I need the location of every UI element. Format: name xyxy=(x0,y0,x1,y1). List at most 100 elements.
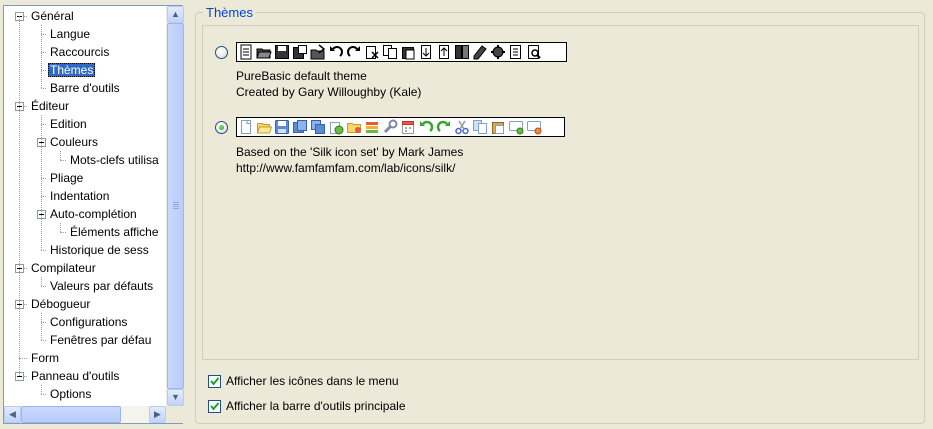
silk-toolbar-icon xyxy=(256,119,272,135)
silk-toolbar-icon xyxy=(382,119,398,135)
silk-toolbar-icon xyxy=(472,119,488,135)
silk-toolbar-icon xyxy=(328,119,344,135)
tree-item[interactable]: Général xyxy=(29,7,76,25)
tree-item[interactable]: Form xyxy=(29,349,61,367)
purebasic-toolbar-icon xyxy=(256,44,272,60)
silk-toolbar-icon xyxy=(274,119,290,135)
tree-item-label: Fenêtres par défau xyxy=(50,333,152,347)
tree-guide-line xyxy=(41,313,42,340)
tree-item[interactable]: Edition xyxy=(48,115,89,133)
tree-item-label: Général xyxy=(31,9,74,23)
options-tree[interactable]: Général Langue Raccourcis Thèmes Barre d'out… xyxy=(3,5,184,424)
purebasic-toolbar-icon xyxy=(418,44,434,60)
theme-preview-purebasic-default[interactable] xyxy=(236,42,567,62)
themes-group-title: Thèmes xyxy=(203,5,256,20)
tree-item[interactable]: Débogueur xyxy=(29,295,92,313)
tree-connector xyxy=(41,394,46,395)
purebasic-toolbar-icon xyxy=(238,44,254,60)
tree-guide-line xyxy=(60,223,61,232)
tree-item[interactable]: Historique de sess xyxy=(48,241,151,259)
purebasic-toolbar-icon xyxy=(436,44,452,60)
tree-item[interactable]: Couleurs xyxy=(48,133,100,151)
tree-item[interactable]: Indentation xyxy=(48,187,111,205)
tree-item-label: Barre d'outils xyxy=(50,81,120,95)
tree-connector xyxy=(41,250,46,251)
tree-item-label: Configurations xyxy=(50,315,128,329)
theme-url: http://www.famfamfam.com/lab/icons/silk/ xyxy=(236,161,456,175)
purebasic-toolbar-icon xyxy=(274,44,290,60)
menu-icons-checkbox[interactable] xyxy=(208,374,221,388)
tree-item[interactable]: Fenêtres par défau xyxy=(48,331,153,349)
tree-content: Général Langue Raccourcis Thèmes Barre d'out… xyxy=(4,6,166,406)
main-toolbar-label: Afficher la barre d'outils principale xyxy=(226,399,406,413)
scroll-down-button[interactable]: ▼ xyxy=(167,389,184,406)
tree-item[interactable]: Options xyxy=(48,385,93,403)
tree-item[interactable]: Pliage xyxy=(48,169,85,187)
silk-toolbar-icon xyxy=(346,119,362,135)
chevron-left-icon: ◀ xyxy=(9,409,16,419)
tree-connector xyxy=(19,358,27,359)
theme-radio-purebasic-default[interactable] xyxy=(215,46,228,59)
tree-item[interactable]: Valeurs par défauts xyxy=(48,277,155,295)
tree-guide-line xyxy=(41,25,42,88)
theme-preview-silk[interactable] xyxy=(236,117,565,137)
purebasic-toolbar-icon xyxy=(472,44,488,60)
purebasic-toolbar-icon xyxy=(328,44,344,60)
tree-item-label: Thèmes xyxy=(48,63,96,77)
theme-author: Created by Gary Willoughby (Kale) xyxy=(236,85,422,99)
silk-toolbar-icon xyxy=(418,119,434,135)
tree-item-label: Éléments affiche xyxy=(70,225,159,239)
tree-connector xyxy=(41,286,46,287)
silk-toolbar-icon xyxy=(436,119,452,135)
scroll-right-button[interactable]: ▶ xyxy=(149,406,166,423)
tree-item-label: Indentation xyxy=(50,189,110,203)
tree-item[interactable]: Langue xyxy=(48,25,92,43)
tree-item[interactable]: Thèmes xyxy=(48,61,96,79)
tree-item[interactable]: Configurations xyxy=(48,313,129,331)
silk-toolbar-icon xyxy=(454,119,470,135)
tree-item-label: Couleurs xyxy=(50,135,99,149)
tree-vertical-scrollbar[interactable]: ▲ ▼ xyxy=(166,6,184,406)
theme-description: PureBasic default theme xyxy=(236,69,367,83)
silk-toolbar-icon xyxy=(310,119,326,135)
vertical-scroll-thumb[interactable] xyxy=(167,23,184,389)
tree-item[interactable]: Barre d'outils xyxy=(48,79,122,97)
tree-item[interactable]: Mots-clefs utilisa xyxy=(68,151,161,169)
silk-toolbar-icon xyxy=(238,119,254,135)
tree-item-label: Panneau d'outils xyxy=(31,369,120,383)
tree-item-label: Options xyxy=(50,387,92,401)
purebasic-toolbar-icon xyxy=(526,44,542,60)
main-toolbar-option[interactable]: Afficher la barre d'outils principale xyxy=(208,399,406,413)
tree-item[interactable]: Panneau d'outils xyxy=(29,367,121,385)
chevron-down-icon: ▼ xyxy=(171,392,180,402)
tree-item-label: Raccourcis xyxy=(50,45,110,59)
chevron-right-icon: ▶ xyxy=(154,409,161,419)
scroll-left-button[interactable]: ◀ xyxy=(4,406,21,423)
tree-item-label: Éditeur xyxy=(31,99,70,113)
silk-toolbar-icon xyxy=(490,119,506,135)
tree-item-label: Langue xyxy=(50,27,91,41)
main-toolbar-checkbox[interactable] xyxy=(208,399,221,413)
scroll-up-button[interactable]: ▲ xyxy=(167,6,184,23)
tree-item-label: Compilateur xyxy=(31,261,96,275)
tree-horizontal-scrollbar[interactable]: ◀ ▶ xyxy=(4,406,166,423)
purebasic-toolbar-icon xyxy=(490,44,506,60)
purebasic-toolbar-icon xyxy=(364,44,380,60)
silk-toolbar-icon xyxy=(292,119,308,135)
tree-item[interactable]: Compilateur xyxy=(29,259,98,277)
tree-item[interactable]: Éditeur xyxy=(29,97,71,115)
checkmark-icon xyxy=(210,401,220,411)
tree-guide-line xyxy=(60,151,61,160)
tree-item[interactable]: Raccourcis xyxy=(48,43,111,61)
tree-item-label: Mots-clefs utilisa xyxy=(70,153,159,167)
horizontal-scroll-thumb[interactable] xyxy=(21,406,121,423)
menu-icons-option[interactable]: Afficher les icônes dans le menu xyxy=(208,374,399,388)
checkmark-icon xyxy=(210,376,220,386)
tree-item[interactable]: Auto-complétion xyxy=(48,205,139,223)
tree-connector xyxy=(60,160,66,161)
purebasic-toolbar-icon xyxy=(400,44,416,60)
tree-item[interactable]: Éléments affiche xyxy=(68,223,161,241)
tree-item-label: Auto-complétion xyxy=(50,207,137,221)
tree-connector xyxy=(60,232,66,233)
theme-radio-silk[interactable] xyxy=(215,121,228,134)
